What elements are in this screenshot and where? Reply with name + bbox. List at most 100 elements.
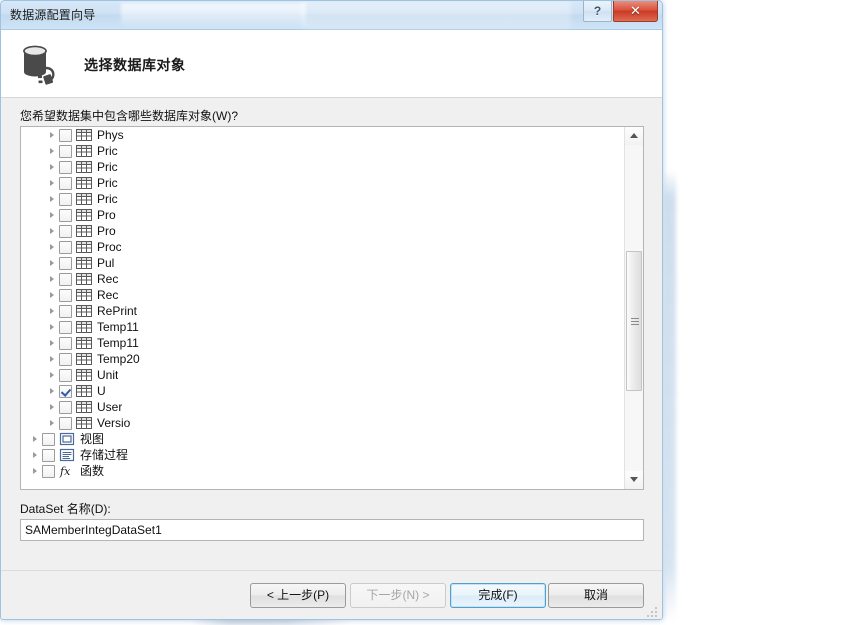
tree-item[interactable]: Phys — [21, 127, 625, 143]
table-icon — [76, 368, 92, 382]
tree-item-label: User — [97, 400, 123, 414]
expander-triangle-icon[interactable] — [46, 193, 59, 206]
table-icon — [76, 288, 92, 302]
tree-item[interactable]: 存储过程 — [21, 447, 625, 463]
resize-grip-icon[interactable] — [647, 607, 659, 619]
expander-triangle-icon[interactable] — [46, 161, 59, 174]
tree-item[interactable]: fx 函数 — [21, 463, 625, 479]
tree-item-checkbox[interactable] — [59, 144, 72, 158]
expander-triangle-icon[interactable] — [46, 417, 59, 430]
table-icon — [76, 176, 92, 190]
tree-item-checkbox[interactable] — [59, 384, 72, 398]
tree-item-checkbox[interactable] — [42, 432, 55, 446]
tree-item-label: RePrint — [97, 304, 138, 318]
expander-triangle-icon[interactable] — [46, 353, 59, 366]
scroll-up-arrow[interactable] — [625, 127, 643, 145]
tree-item[interactable]: Pro — [21, 223, 625, 239]
expander-triangle-icon[interactable] — [46, 385, 59, 398]
tree-item[interactable]: Versio — [21, 415, 625, 431]
expander-triangle-icon[interactable] — [46, 257, 59, 270]
expander-triangle-icon[interactable] — [46, 129, 59, 142]
tree-item-checkbox[interactable] — [59, 224, 72, 238]
table-icon — [76, 224, 92, 238]
tree-item-checkbox[interactable] — [59, 352, 72, 366]
tree-item-label: Unit — [97, 368, 119, 382]
expander-triangle-icon[interactable] — [46, 145, 59, 158]
desktop-blur-artifact-right — [664, 170, 676, 620]
scroll-down-arrow[interactable] — [625, 471, 643, 489]
expander-triangle-icon[interactable] — [46, 273, 59, 286]
question-mark-icon: ? — [593, 4, 602, 18]
tree-item-checkbox[interactable] — [59, 256, 72, 270]
tree-item-checkbox[interactable] — [59, 176, 72, 190]
tree-item-label: 存储过程 — [80, 448, 129, 462]
tree-item-checkbox[interactable] — [59, 192, 72, 206]
previous-button[interactable]: < 上一步(P) — [250, 583, 346, 608]
tree-item-checkbox[interactable] — [59, 368, 72, 382]
tree-item[interactable]: Pric — [21, 143, 625, 159]
expander-triangle-icon[interactable] — [46, 209, 59, 222]
table-icon — [76, 400, 92, 414]
page-title: 选择数据库对象 — [84, 57, 186, 73]
stored-procedure-icon — [59, 448, 75, 462]
tree-item[interactable]: Temp11 — [21, 335, 625, 351]
tree-item[interactable]: RePrint — [21, 303, 625, 319]
expander-triangle-icon[interactable] — [46, 305, 59, 318]
expander-triangle-icon[interactable] — [29, 433, 42, 446]
tree-item[interactable]: Pric — [21, 191, 625, 207]
tree-item[interactable]: Temp20 — [21, 351, 625, 367]
expander-triangle-icon[interactable] — [46, 321, 59, 334]
tree-item-checkbox[interactable] — [59, 128, 72, 142]
tree-item-checkbox[interactable] — [59, 320, 72, 334]
tree-item-checkbox[interactable] — [59, 288, 72, 302]
tree-item-checkbox[interactable] — [59, 240, 72, 254]
scrollbar-thumb[interactable] — [626, 251, 642, 392]
expander-triangle-icon[interactable] — [29, 449, 42, 462]
tree-item[interactable]: Rec — [21, 287, 625, 303]
tree-item-checkbox[interactable] — [59, 160, 72, 174]
tree-item-label: Versio — [97, 416, 130, 430]
tree-item-checkbox[interactable] — [59, 400, 72, 414]
table-icon — [76, 416, 92, 430]
expander-triangle-icon[interactable] — [46, 289, 59, 302]
tree-item-label: Pric — [97, 160, 118, 174]
expander-triangle-icon[interactable] — [46, 225, 59, 238]
tree-item-checkbox[interactable] — [59, 304, 72, 318]
tree-item[interactable]: User — [21, 399, 625, 415]
tree-item[interactable]: Temp11 — [21, 319, 625, 335]
tree-item-label: Temp11 — [97, 336, 139, 350]
tree-item[interactable]: Proc — [21, 239, 625, 255]
tree-item[interactable]: Rec — [21, 271, 625, 287]
dataset-name-input[interactable] — [20, 519, 644, 541]
prompt-label: 您希望数据集中包含哪些数据库对象(W)? — [20, 109, 238, 123]
tree-item-checkbox[interactable] — [42, 448, 55, 462]
tree-item-checkbox[interactable] — [59, 416, 72, 430]
close-button[interactable]: ✕ — [613, 1, 658, 22]
tree-item[interactable]: Pro — [21, 207, 625, 223]
tree-item[interactable]: Pric — [21, 175, 625, 191]
expander-triangle-icon[interactable] — [46, 337, 59, 350]
cancel-button[interactable]: 取消 — [548, 583, 644, 608]
tree-item[interactable]: Unit — [21, 367, 625, 383]
tree-item-label: 函数 — [80, 464, 105, 478]
expander-triangle-icon[interactable] — [46, 241, 59, 254]
tree-item-label: Rec — [97, 288, 119, 302]
tree-item[interactable]: 视图 — [21, 431, 625, 447]
tree-item[interactable]: U — [21, 383, 625, 399]
tree-item-checkbox[interactable] — [59, 272, 72, 286]
tree-item-checkbox[interactable] — [59, 208, 72, 222]
tree-vertical-scrollbar[interactable] — [624, 127, 643, 489]
table-icon — [76, 144, 92, 158]
finish-button[interactable]: 完成(F) — [450, 583, 546, 608]
expander-triangle-icon[interactable] — [46, 369, 59, 382]
expander-triangle-icon[interactable] — [29, 465, 42, 478]
tree-item[interactable]: Pric — [21, 159, 625, 175]
tree-item[interactable]: Pul — [21, 255, 625, 271]
tree-item-checkbox[interactable] — [59, 336, 72, 350]
help-button[interactable]: ? — [583, 1, 612, 22]
title-bar[interactable]: 数据源配置向导 ? ✕ — [1, 1, 662, 30]
database-objects-tree[interactable]: Phys Pric Pric Pric Pric Pro Pro Proc Pul Rec Rec R… — [20, 126, 644, 490]
expander-triangle-icon[interactable] — [46, 177, 59, 190]
tree-item-checkbox[interactable] — [42, 464, 55, 478]
expander-triangle-icon[interactable] — [46, 401, 59, 414]
